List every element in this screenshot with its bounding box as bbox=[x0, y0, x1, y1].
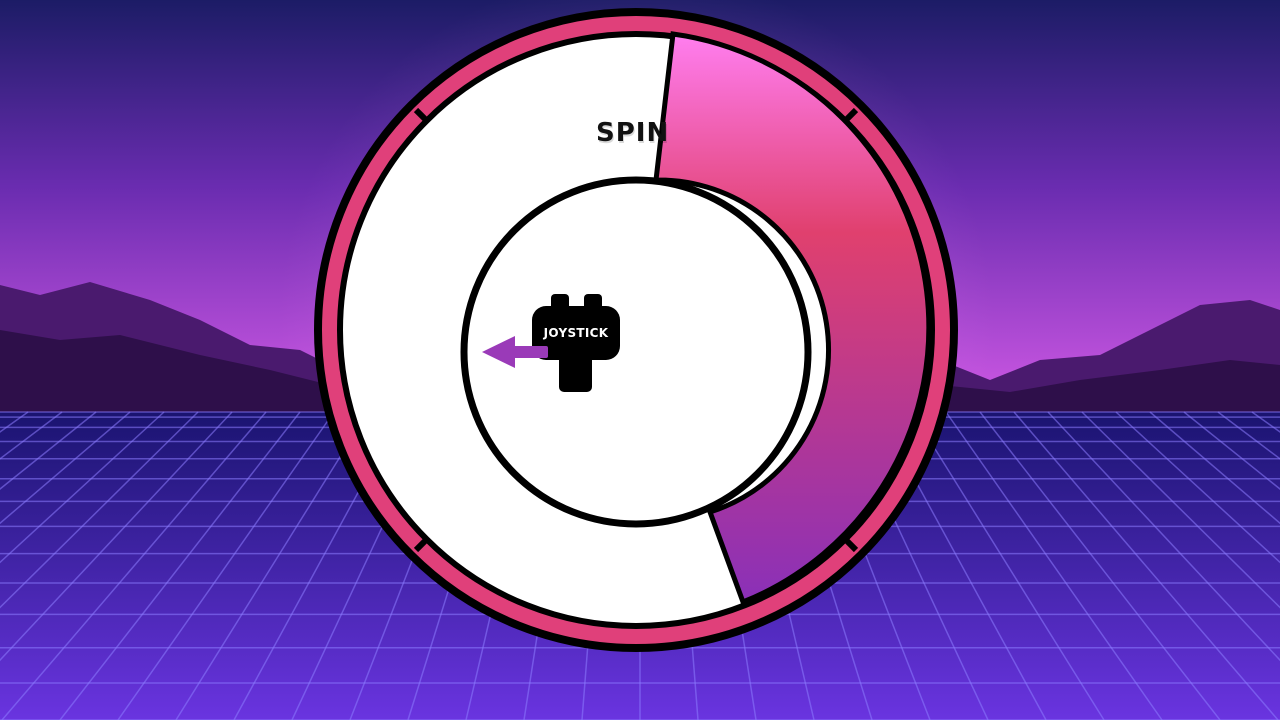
game-scene bbox=[0, 0, 1280, 720]
spin-wheel[interactable] bbox=[314, 8, 958, 652]
